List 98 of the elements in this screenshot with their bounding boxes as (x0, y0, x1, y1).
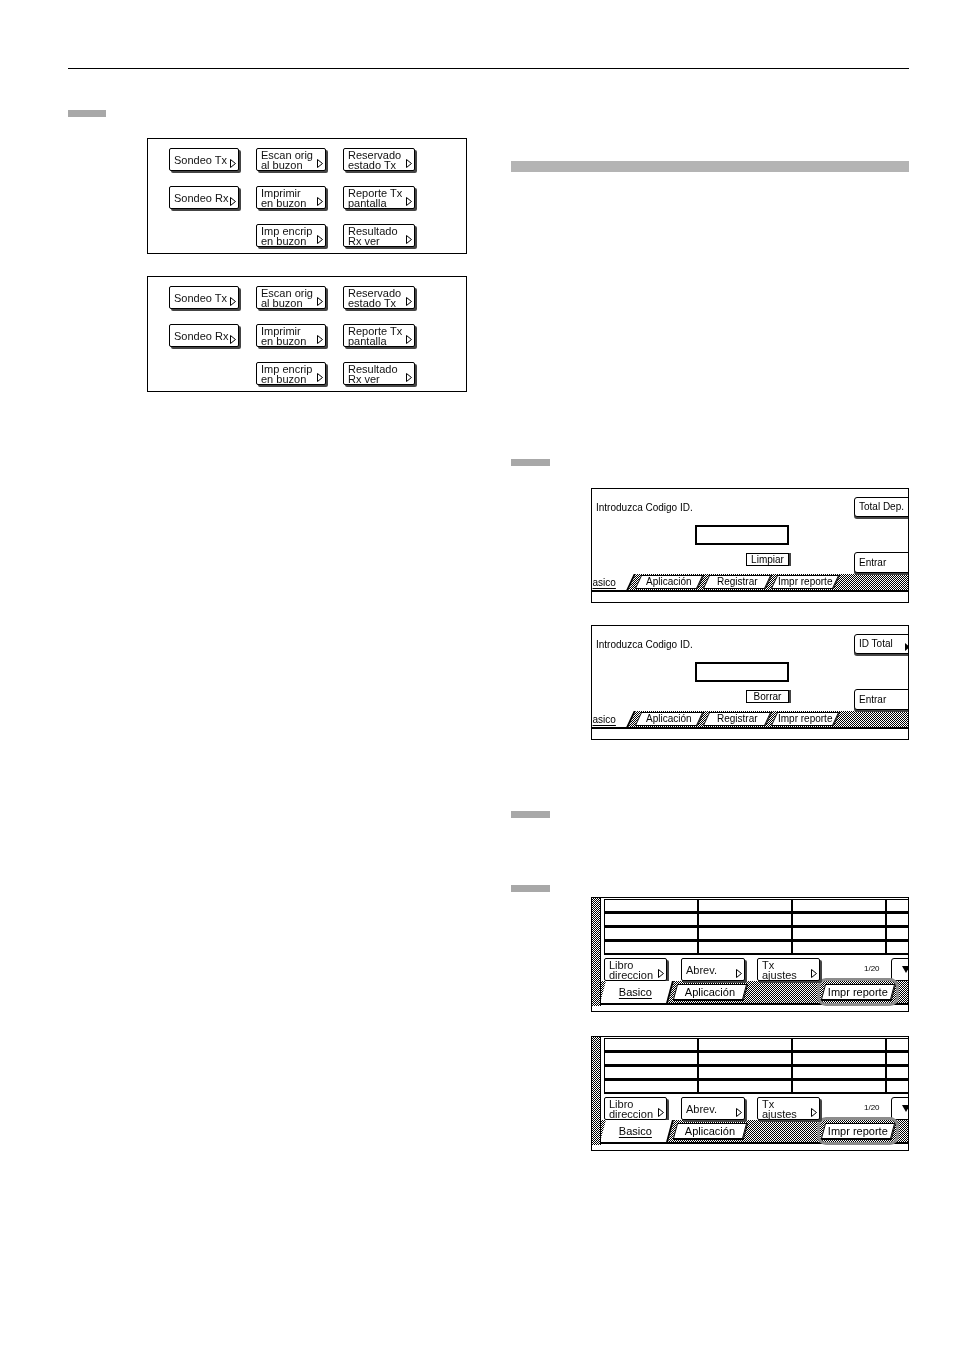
menu-button[interactable]: Imprimir en buzon (256, 324, 326, 347)
table-cell[interactable] (604, 899, 698, 913)
table-cell[interactable] (698, 941, 792, 955)
tab[interactable]: Impr reporte (770, 712, 840, 726)
tab[interactable]: asico (592, 711, 636, 727)
tab[interactable]: Basico (601, 981, 674, 1003)
menu-button[interactable]: Escan orig al buzon (256, 148, 326, 171)
tab[interactable]: Aplicación (672, 984, 748, 1000)
triangle-icon (317, 235, 323, 244)
prompt-text: Introduzca Codigo ID. (596, 502, 693, 514)
triangle-icon (811, 969, 817, 978)
table-cell[interactable] (698, 1066, 792, 1080)
table-cell[interactable] (698, 927, 792, 941)
table-cell[interactable] (698, 1038, 792, 1052)
menu-button[interactable]: Reporte Tx pantalla (343, 324, 415, 347)
triangle-icon (406, 297, 412, 306)
triangle-icon (736, 969, 742, 978)
side-button[interactable]: Entrar (854, 689, 908, 710)
table-cell[interactable] (604, 1066, 698, 1080)
menu-button[interactable]: Tx ajustes (757, 1097, 820, 1120)
tab[interactable]: Aplicación (672, 1123, 748, 1139)
triangle-icon (317, 335, 323, 344)
menu-button[interactable]: Tx ajustes (757, 958, 820, 981)
table-cell[interactable] (792, 913, 886, 927)
page-indicator: 1/20 (864, 964, 880, 973)
triangle-icon (230, 335, 236, 344)
table-cell[interactable] (698, 1080, 792, 1094)
prompt-text: Introduzca Codigo ID. (596, 639, 693, 651)
step-marker (511, 885, 550, 892)
table-cell[interactable] (604, 1080, 698, 1094)
tab[interactable]: Impr reporte (820, 1123, 896, 1139)
table-cell[interactable] (792, 1080, 886, 1094)
step-marker (68, 110, 106, 117)
tab[interactable]: Aplicación (634, 575, 704, 589)
triangle-icon (406, 235, 412, 244)
menu-button[interactable]: Abrev. (681, 1097, 745, 1120)
table-cell[interactable] (792, 941, 886, 955)
code-input-field[interactable] (695, 525, 789, 545)
triangle-icon (230, 197, 236, 206)
step-marker (511, 459, 550, 466)
table-cell[interactable] (698, 1052, 792, 1066)
menu-button[interactable]: Libro direccion (604, 958, 667, 981)
table-cell[interactable] (792, 1066, 886, 1080)
triangle-icon (230, 297, 236, 306)
menu-button[interactable]: Escan orig al buzon (256, 286, 326, 309)
table-cell[interactable] (792, 927, 886, 941)
clear-button[interactable]: Limpiar (746, 553, 789, 566)
menu-button[interactable]: Resultado Rx ver (343, 362, 415, 385)
clear-button[interactable]: Borrar (746, 690, 789, 703)
table-cell[interactable] (698, 913, 792, 927)
menu-button[interactable]: Reservado estado Tx (343, 286, 415, 309)
tab[interactable]: asico (592, 574, 636, 590)
triangle-icon (658, 969, 664, 978)
menu-button[interactable]: Imp encrip en buzon (256, 362, 326, 385)
table-cell[interactable] (792, 1038, 886, 1052)
triangle-icon (406, 159, 412, 168)
triangle-icon (317, 159, 323, 168)
triangle-icon (406, 197, 412, 206)
triangle-icon (658, 1108, 664, 1117)
code-input-field[interactable] (695, 662, 789, 682)
triangle-icon (811, 1108, 817, 1117)
table-cell[interactable] (604, 1038, 698, 1052)
tab[interactable]: Registrar (702, 712, 772, 726)
tab[interactable]: Impr reporte (770, 575, 840, 589)
page-indicator: 1/20 (864, 1103, 880, 1112)
triangle-icon (317, 197, 323, 206)
menu-button[interactable]: Sondeo Tx (169, 286, 239, 309)
table-cell[interactable] (604, 927, 698, 941)
table-cell[interactable] (604, 1052, 698, 1066)
table-cell[interactable] (698, 899, 792, 913)
table-cell[interactable] (792, 1052, 886, 1066)
triangle-icon (230, 159, 236, 168)
tab[interactable]: Impr reporte (820, 984, 896, 1000)
triangle-icon (317, 297, 323, 306)
menu-button[interactable]: Sondeo Rx (169, 324, 239, 347)
side-button[interactable]: Entrar (854, 552, 908, 573)
triangle-icon (406, 335, 412, 344)
menu-button[interactable]: Sondeo Tx (169, 148, 239, 171)
triangle-icon (736, 1108, 742, 1117)
tab[interactable]: Aplicación (634, 712, 704, 726)
menu-button[interactable]: Abrev. (681, 958, 745, 981)
menu-button[interactable]: Reporte Tx pantalla (343, 186, 415, 209)
triangle-icon (406, 373, 412, 382)
table-cell[interactable] (604, 913, 698, 927)
triangle-icon (317, 373, 323, 382)
table-cell[interactable] (604, 941, 698, 955)
menu-button[interactable]: Libro direccion (604, 1097, 667, 1120)
menu-button[interactable]: Imprimir en buzon (256, 186, 326, 209)
tab[interactable]: Registrar (702, 575, 772, 589)
menu-button[interactable]: Sondeo Rx (169, 186, 239, 209)
side-button[interactable]: ID Total (854, 634, 908, 654)
table-cell[interactable] (792, 899, 886, 913)
menu-button[interactable]: Reservado estado Tx (343, 148, 415, 171)
step-marker (511, 811, 550, 818)
menu-button[interactable]: Resultado Rx ver (343, 224, 415, 247)
tab[interactable]: Basico (601, 1120, 674, 1142)
menu-button[interactable]: Imp encrip en buzon (256, 224, 326, 247)
side-button[interactable]: Total Dep. (854, 497, 908, 517)
